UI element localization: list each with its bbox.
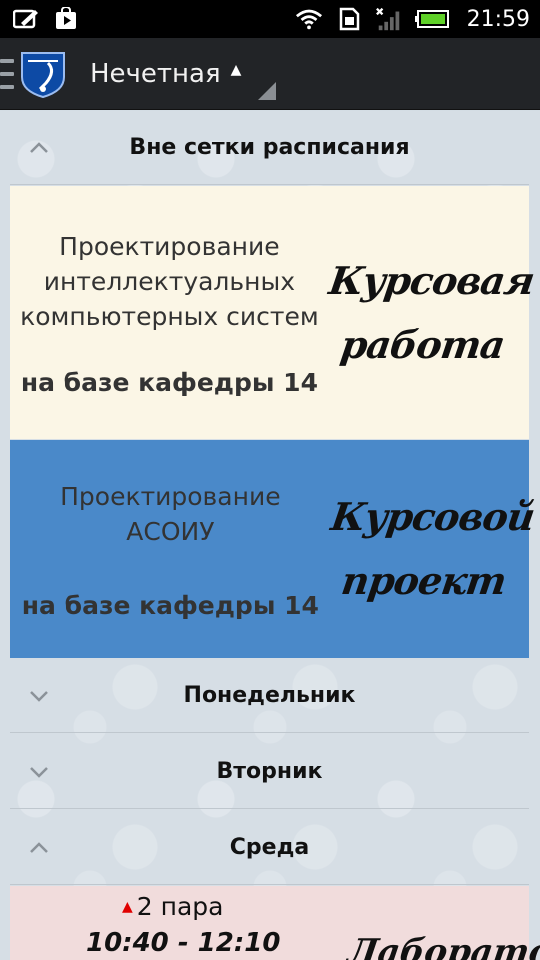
stamp-line: Курсовая [326,257,537,303]
spinner-corner-icon [258,82,276,100]
week-type-spinner[interactable]: Нечетная ▲ [90,59,241,89]
edit-image-icon [12,7,40,31]
chevron-up-icon [30,841,48,853]
work-type-stamp: Курсовой проект [311,440,540,658]
sim-icon [335,7,363,31]
play-store-icon [52,7,80,31]
course-info: Проектирование интеллектуальных компьюте… [10,186,325,439]
section-label: Вторник [216,759,323,784]
lesson-pair: ▲ 2 пара [122,892,224,921]
chevron-up-icon [30,141,48,153]
odd-week-marker-icon: ▲ [122,898,133,915]
section-header-monday[interactable]: Понедельник [10,659,529,733]
lesson-type-stamp: Лабораторная [345,932,540,960]
week-type-label: Нечетная [90,58,221,89]
stamp-line: проект [338,558,509,603]
lesson-card[interactable]: ▲ 2 пара 10:40 - 12:10 Лабораторная [10,886,540,960]
stamp-line: работа [337,321,508,367]
chevron-down-icon [30,766,48,778]
pair-number: 2 пара [136,892,224,921]
section-label: Вне сетки расписания [129,135,410,160]
status-bar-right: 21:59 [295,7,530,32]
subject-line: Проектирование [60,481,281,511]
section-header-off-schedule[interactable]: Вне сетки расписания [10,111,529,185]
status-time: 21:59 [466,6,530,32]
drawer-icon[interactable] [0,58,14,89]
course-info: Проектирование АСОИУ на базе кафедры 14 [10,440,327,658]
wifi-icon [295,7,323,31]
signal-icon [375,7,403,31]
course-card[interactable]: Проектирование АСОИУ на базе кафедры 14 … [10,440,537,658]
status-bar-left [12,7,80,31]
course-place: на базе кафедры 14 [21,590,319,620]
course-place: на базе кафедры 14 [20,367,318,397]
university-logo-icon[interactable] [18,49,68,99]
work-type-stamp: Курсовая работа [307,186,540,439]
subject-line: Проектирование [59,231,280,261]
section-header-tuesday[interactable]: Вторник [10,735,529,809]
section-label: Среда [229,835,310,860]
subject-line: компьютерных систем [20,301,319,331]
subject-line: интеллектуальных [43,266,296,296]
section-header-wednesday[interactable]: Среда [10,811,529,885]
caret-up-icon: ▲ [230,61,242,78]
section-label: Понедельник [183,683,356,708]
stamp-line: Курсовой [328,494,537,539]
subject-line: АСОИУ [126,516,215,546]
battery-icon [414,7,451,31]
chevron-down-icon [30,690,48,702]
status-bar: 21:59 [0,0,540,38]
lesson-time: 10:40 - 12:10 [86,928,281,958]
schedule-list[interactable]: Вне сетки расписания Проектирование инте… [0,111,540,960]
course-card[interactable]: Проектирование интеллектуальных компьюте… [10,186,537,439]
